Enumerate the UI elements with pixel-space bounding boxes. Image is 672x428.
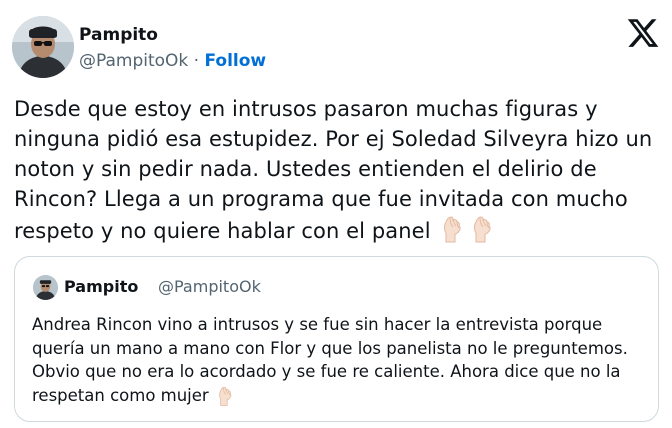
author-name[interactable]: Pampito	[79, 25, 158, 45]
quoted-tweet-body: Andrea Rincon vino a intrusos y se fue s…	[32, 315, 628, 405]
author-handle-line: @PampitoOk · Follow	[79, 51, 266, 71]
quoted-author-name: Pampito	[64, 277, 139, 296]
quoted-tweet-header[interactable]: Pampito @PampitoOk	[33, 273, 533, 303]
follow-button[interactable]: Follow	[205, 51, 267, 71]
tweet-body: Desde que estoy en intrusos pasaron much…	[14, 97, 653, 243]
tweet-card: Pampito @PampitoOk · Follow Desde que es…	[0, 0, 672, 428]
quoted-author-handle: @PampitoOk	[158, 277, 261, 296]
separator-dot: ·	[188, 51, 205, 71]
pinched-fingers-emoji	[437, 214, 467, 244]
pinched-fingers-emoji	[214, 385, 236, 407]
quoted-tweet-text: Andrea Rincon vino a intrusos y se fue s…	[32, 313, 644, 407]
pinched-fingers-emoji	[467, 214, 497, 244]
quoted-tweet[interactable]: Pampito @PampitoOk Andrea Rincon vino a …	[14, 256, 659, 422]
x-logo-icon[interactable]	[626, 16, 660, 50]
tweet-header: Pampito @PampitoOk · Follow	[12, 12, 660, 78]
author-avatar[interactable]	[12, 16, 74, 78]
author-handle[interactable]: @PampitoOk	[79, 51, 188, 71]
tweet-text: Desde que estoy en intrusos pasaron much…	[14, 94, 659, 246]
quoted-author-avatar	[33, 275, 58, 300]
